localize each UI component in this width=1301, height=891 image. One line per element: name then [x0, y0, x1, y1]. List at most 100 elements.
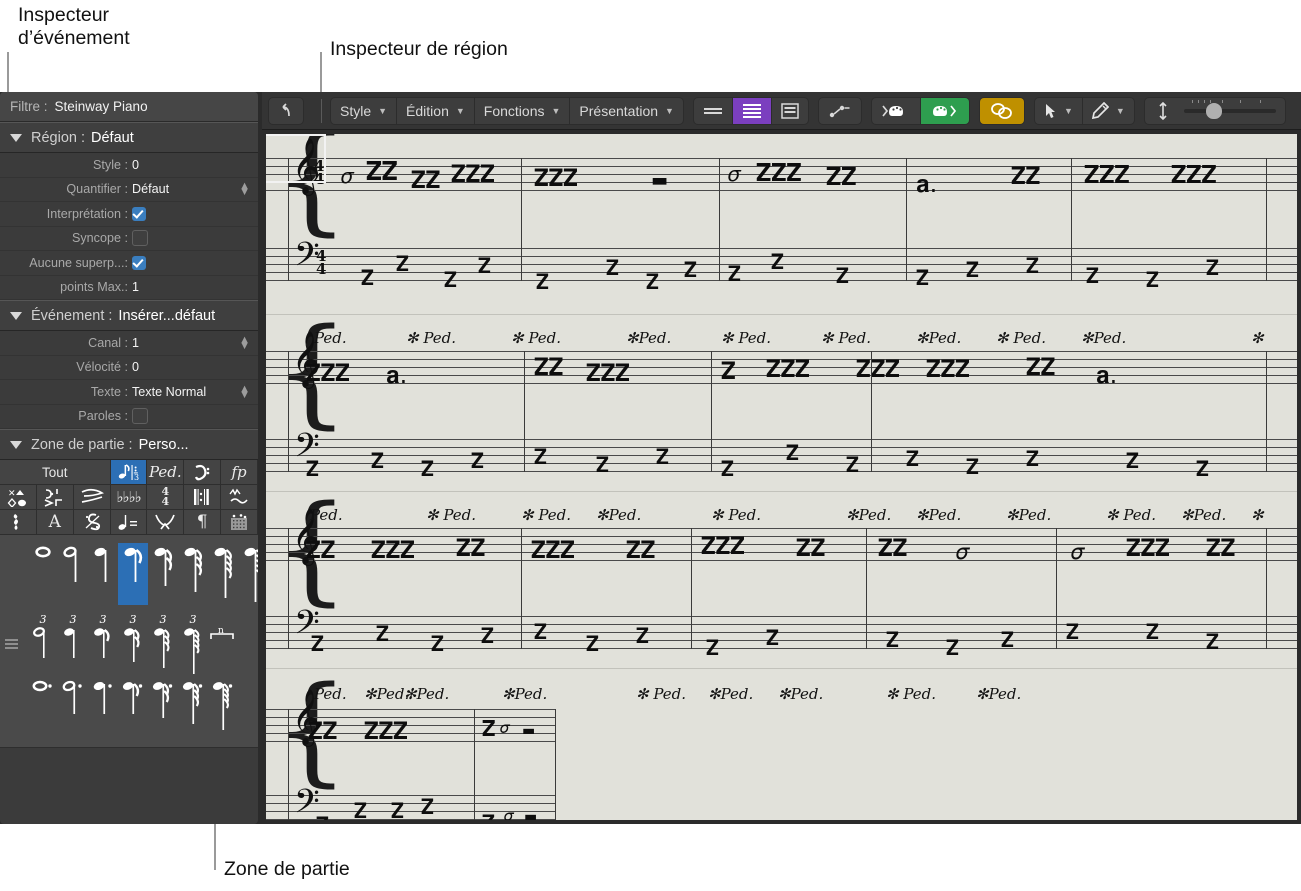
part-box-text-tab[interactable]: A [36, 510, 74, 535]
note-group[interactable]: 𝐚. [916, 172, 937, 196]
note-group[interactable]: 𝐙𝐙𝐙 [1084, 162, 1130, 187]
part-box-clef-tab[interactable] [184, 460, 222, 485]
bass-note[interactable]: 𝐙 [1146, 622, 1159, 643]
note-group[interactable]: 𝐙𝐙𝐙 [1171, 162, 1217, 187]
note-sixteenth[interactable] [148, 543, 178, 605]
part-box-ornaments-tab[interactable] [221, 485, 258, 510]
bass-note[interactable]: 𝐙 [311, 634, 324, 655]
bass-note[interactable]: 𝐙 [728, 264, 741, 285]
note-group[interactable]: 𝐙𝐙𝐙 [364, 719, 408, 743]
system-4[interactable]: { 𝄞 𝄢 Ped. ✻Ped. ✻Ped. ✻Ped. ✻ Ped. ✻Ped… [266, 670, 1297, 821]
part-box-dynamics-tab[interactable]: fp [221, 460, 258, 485]
pointer-tool[interactable]: ▼ [1035, 97, 1083, 124]
page-view-button[interactable] [732, 97, 772, 124]
pedal-mark[interactable]: Ped. [314, 685, 347, 703]
bass-note[interactable]: 𝐙 [636, 626, 649, 647]
bass-note[interactable]: 𝐙 [1001, 630, 1014, 651]
bass-note[interactable]: 𝐙 [482, 813, 495, 821]
zoom-slider-knob[interactable] [1205, 102, 1222, 119]
functions-menu[interactable]: Fonctions ▼ [475, 97, 571, 124]
part-box-rests-tab[interactable] [0, 510, 37, 535]
note-group[interactable]: 𝐙𝐙 [1206, 536, 1235, 560]
note-onetwentyeighth[interactable] [238, 543, 258, 605]
pedal-mark[interactable]: Ped. [310, 506, 343, 524]
note-sixtyfourth[interactable] [208, 543, 238, 605]
pedal-mark[interactable]: ✻ Ped. [426, 506, 476, 524]
bass-note[interactable]: 𝐙 [706, 638, 719, 659]
note-eighth[interactable] [118, 543, 148, 605]
list-view-button[interactable] [772, 98, 808, 124]
tuplet-bracket[interactable]: n [208, 615, 238, 677]
pedal-mark[interactable]: ✻Ped. [502, 685, 547, 703]
part-box-pedal-tab[interactable]: Ped. [147, 460, 185, 485]
bass-note[interactable]: 𝐙 [354, 801, 367, 821]
bass-note[interactable]: 𝐙 [1026, 449, 1039, 470]
pedal-mark[interactable]: ✻Ped. [1181, 506, 1226, 524]
bass-note[interactable]: 𝐙 [966, 457, 979, 478]
pedal-mark[interactable]: ✻Ped. [846, 506, 891, 524]
filter-row[interactable]: Filtre : Steinway Piano [0, 92, 258, 122]
note-dotted-sixteenth[interactable] [148, 677, 178, 739]
event-inspector-header[interactable]: Événement : Insérer...défaut [0, 300, 258, 331]
rest[interactable]: 𝜎 [504, 805, 514, 820]
bass-note[interactable]: 𝐙 [536, 272, 549, 293]
row-quantize[interactable]: Quantifier : Défaut ▲ ▼ [0, 177, 258, 202]
bass-note[interactable]: 𝐙 [684, 260, 697, 281]
note-group[interactable]: 𝐙𝐙 [796, 536, 825, 560]
rest[interactable]: ▬ [524, 807, 537, 820]
pedal-mark[interactable]: ✻ Ped. [511, 329, 561, 347]
vertical-zoom-slider[interactable] [1175, 98, 1285, 124]
bass-note[interactable]: 𝐙 [946, 638, 959, 659]
note-triplet-sixteenth[interactable]: 3 [118, 613, 148, 677]
chevron-down-icon[interactable]: ▼ [1116, 106, 1125, 116]
part-box-all-tab[interactable]: Tout [0, 460, 111, 485]
note-triplet-quarter[interactable]: 3 [58, 613, 88, 677]
part-box-accents-tab[interactable] [36, 485, 74, 510]
note-triplet-sixtyfourth[interactable]: 3 [178, 613, 208, 677]
part-box-noteheads-tab[interactable]: ✕ [0, 485, 37, 510]
note-group[interactable]: 𝐙𝐙𝐙 [766, 357, 810, 381]
bass-note[interactable]: 𝐙 [431, 634, 444, 655]
pencil-tool[interactable]: ▼ [1083, 98, 1134, 124]
note-group[interactable]: 𝐙𝐙𝐙 [306, 361, 350, 385]
note-group[interactable]: 𝐙𝐙𝐙 [451, 162, 495, 186]
bass-note[interactable]: 𝐙 [1196, 459, 1209, 480]
note-quarter[interactable] [88, 543, 118, 605]
part-box-grip-handle[interactable] [5, 639, 18, 649]
disclosure-triangle-icon[interactable] [10, 440, 22, 449]
time-signature-bass[interactable]: 44 [316, 249, 326, 277]
system-3[interactable]: { 𝄞 𝄢 Ped. ✻ Ped. ✻ Ped. ✻Ped. ✻ Ped. ✻P… [266, 489, 1297, 661]
note-dotted-half[interactable] [58, 677, 88, 739]
row-style-value[interactable]: 0 [132, 158, 139, 172]
pedal-mark[interactable]: ✻ Ped. [996, 329, 1046, 347]
note-dotted-sixtyfourth[interactable] [208, 677, 238, 739]
catch-playhead-button[interactable] [872, 97, 921, 124]
system-2[interactable]: { 𝄞 𝄢 Ped. ✻ Ped. ✻ Ped. ✻Ped. ✻ Ped. ✻ … [266, 312, 1297, 484]
part-box-accidentals-tab[interactable]: ♭♭♭♭ [110, 485, 148, 510]
bass-note[interactable]: 𝐙 [1126, 451, 1139, 472]
note-group[interactable]: 𝐙 [482, 719, 495, 741]
row-channel[interactable]: Canal : 1 ▲ ▼ [0, 331, 258, 356]
row-lyrics[interactable]: Paroles : [0, 404, 258, 429]
presentation-menu[interactable]: Présentation ▼ [570, 98, 683, 124]
text-stepper[interactable]: ▲ ▼ [239, 383, 250, 400]
note-group[interactable]: 𝜎 [956, 542, 969, 564]
pedal-mark[interactable]: ✻Ped. [404, 685, 449, 703]
bass-note[interactable]: 𝐙 [766, 628, 779, 649]
row-text[interactable]: Texte : Texte Normal ▲ ▼ [0, 380, 258, 405]
bass-note[interactable]: 𝐙 [316, 815, 329, 821]
row-text-value[interactable]: Texte Normal [132, 385, 206, 399]
pedal-mark[interactable]: ✻ Ped. [636, 685, 686, 703]
note-group[interactable]: 𝐙𝐙 [366, 159, 398, 185]
note-triplet-eighth[interactable]: 3 [88, 613, 118, 677]
pedal-mark[interactable]: ✻Ped. [916, 506, 961, 524]
note-dotted-thirtysecond[interactable] [178, 677, 208, 739]
note-group[interactable]: 𝐙𝐙𝐙 [701, 534, 745, 558]
row-syncopation[interactable]: Syncope : [0, 226, 258, 251]
pedal-mark[interactable]: ✻Ped. [596, 506, 641, 524]
disclosure-triangle-icon[interactable] [10, 311, 22, 320]
part-box-paragraph-tab[interactable]: ¶ [184, 510, 222, 535]
note-group[interactable]: 𝐙𝐙𝐙 [926, 357, 970, 381]
row-quantize-value[interactable]: Défaut [132, 182, 169, 196]
bass-note[interactable]: 𝐙 [886, 630, 899, 651]
